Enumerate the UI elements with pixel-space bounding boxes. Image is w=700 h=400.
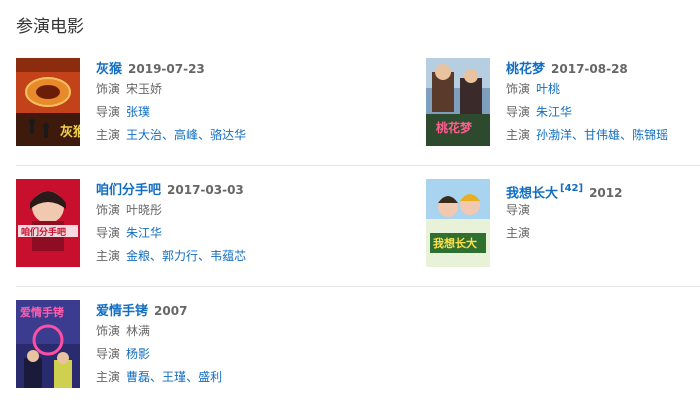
film-title-link[interactable]: 爱情手铐	[96, 304, 148, 319]
cast-label: 主演	[506, 128, 531, 142]
cast-link[interactable]: 曹磊	[126, 370, 150, 384]
film-poster-3[interactable]: 咱们分手吧	[16, 179, 80, 267]
film-date: 2007	[154, 304, 188, 318]
cast-link[interactable]: 金粮	[126, 249, 150, 263]
director-label: 导演	[506, 105, 531, 119]
cast-link[interactable]: 王瑾	[162, 370, 186, 384]
film-card-3: 咱们分手吧 咱们分手吧 2017-03-03 饰演 叶晓彤 导演 朱江华 主演 金粮、郭…	[16, 179, 346, 279]
film-title-link[interactable]: 灰猴	[96, 62, 122, 77]
film-date: 2017-08-28	[551, 62, 628, 76]
cast-link[interactable]: 骆达华	[210, 128, 246, 142]
film-poster-4[interactable]: 我想长大	[426, 179, 490, 267]
cast-link[interactable]: 王大治	[126, 128, 162, 142]
film-title-link[interactable]: 桃花梦	[506, 62, 545, 77]
cast-link[interactable]: 盛利	[198, 370, 222, 384]
cast-label: 主演	[506, 226, 531, 240]
film-date: 2019-07-23	[128, 62, 205, 76]
role-label: 饰演	[506, 82, 531, 96]
director-link[interactable]: 朱江华	[536, 105, 572, 119]
role-label: 饰演	[96, 324, 121, 338]
cast-label: 主演	[96, 370, 121, 384]
director-link[interactable]: 张璞	[126, 105, 150, 119]
film-card-5: 爱情手铐 爱情手铐 2007 饰演 林满 导演 杨影 主演 曹磊、王瑾、盛利	[16, 300, 346, 400]
director-label: 导演	[96, 347, 121, 361]
film-title-link[interactable]: 咱们分手吧	[96, 183, 161, 198]
director-label: 导演	[506, 203, 531, 217]
cast-link[interactable]: 韦蕴芯	[210, 249, 246, 263]
director-label: 导演	[96, 226, 121, 240]
cast-label: 主演	[96, 249, 121, 263]
film-card-1: 灰猴 灰猴 2019-07-23 饰演 宋玉娇 导演 张璞 主演 王大治、高峰、骆达华	[16, 58, 346, 158]
citation-link[interactable]: [42]	[560, 183, 583, 194]
film-date: 2017-03-03	[167, 183, 244, 197]
cast-label: 主演	[96, 128, 121, 142]
director-label: 导演	[96, 105, 121, 119]
poster-title-2: 桃花梦	[436, 120, 473, 135]
role-name: 宋玉娇	[126, 82, 163, 96]
film-poster-5[interactable]: 爱情手铐	[16, 300, 80, 388]
poster-title-3: 咱们分手吧	[21, 226, 66, 238]
director-link[interactable]: 杨影	[126, 347, 150, 361]
role-label: 饰演	[96, 203, 121, 217]
cast-link[interactable]: 郭力行	[162, 249, 198, 263]
section-title: 参演电影	[16, 17, 84, 37]
film-date: 2012	[589, 186, 623, 201]
poster-title-5: 爱情手铐	[20, 305, 64, 319]
cast-link[interactable]: 高峰	[174, 128, 198, 142]
film-poster-1[interactable]: 灰猴	[16, 58, 80, 146]
poster-title-1: 灰猴	[60, 124, 80, 140]
cast-link[interactable]: 甘伟雄	[584, 128, 620, 142]
role-link[interactable]: 叶桃	[536, 82, 560, 96]
role-name: 叶晓彤	[126, 203, 163, 217]
row-divider	[16, 286, 700, 287]
film-poster-2[interactable]: 桃花梦	[426, 58, 490, 146]
cast-link[interactable]: 孙渤洋	[536, 128, 572, 142]
row-divider	[16, 165, 700, 166]
director-link[interactable]: 朱江华	[126, 226, 162, 240]
poster-title-4: 我想长大	[433, 236, 477, 250]
cast-link[interactable]: 陈锦瑶	[632, 128, 668, 142]
film-card-4: 我想长大 我想长大 [42] 2012 导演 主演	[426, 179, 700, 279]
film-card-2: 桃花梦 桃花梦 2017-08-28 饰演 叶桃 导演 朱江华 主演 孙渤洋、甘伟雄、陈…	[426, 58, 700, 158]
role-label: 饰演	[96, 82, 121, 96]
role-name: 林满	[126, 324, 151, 338]
